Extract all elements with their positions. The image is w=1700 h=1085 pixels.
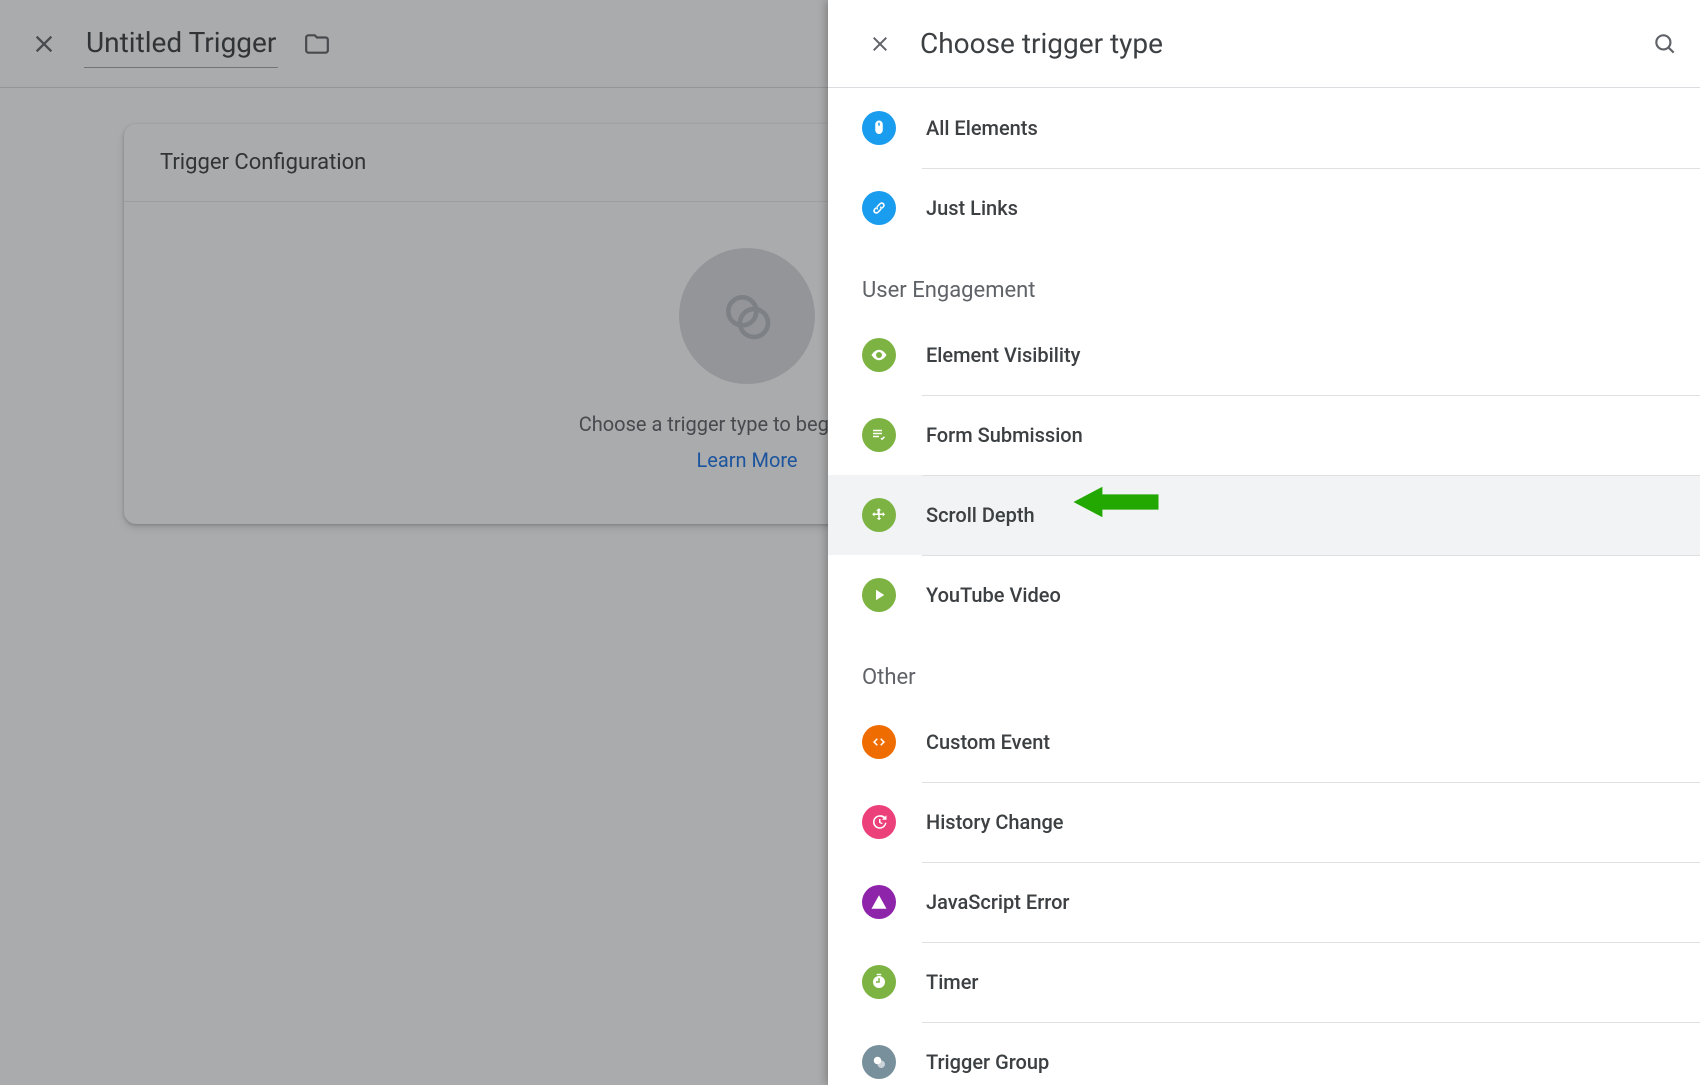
trigger-type-label: All Elements bbox=[926, 116, 1038, 140]
trigger-type-scroll-depth[interactable]: Scroll Depth bbox=[828, 475, 1700, 555]
trigger-type-all-elements[interactable]: All Elements bbox=[828, 88, 1700, 168]
trigger-type-history-change[interactable]: History Change bbox=[828, 782, 1700, 862]
trigger-type-timer[interactable]: Timer bbox=[828, 942, 1700, 1022]
history-icon bbox=[862, 805, 896, 839]
mouse-icon bbox=[862, 111, 896, 145]
form-icon bbox=[862, 418, 896, 452]
eye-icon bbox=[862, 338, 896, 372]
search-icon[interactable] bbox=[1652, 31, 1678, 57]
play-icon bbox=[862, 578, 896, 612]
trigger-type-label: Trigger Group bbox=[926, 1050, 1049, 1074]
scroll-icon bbox=[862, 498, 896, 532]
warn-icon bbox=[862, 885, 896, 919]
group-label: Other bbox=[828, 635, 1700, 702]
trigger-type-label: JavaScript Error bbox=[926, 890, 1070, 914]
group-icon bbox=[862, 1045, 896, 1079]
trigger-type-trigger-group[interactable]: Trigger Group bbox=[828, 1022, 1700, 1085]
drawer-title: Choose trigger type bbox=[920, 27, 1624, 60]
trigger-type-label: Custom Event bbox=[926, 730, 1050, 754]
code-icon bbox=[862, 725, 896, 759]
trigger-type-form-submission[interactable]: Form Submission bbox=[828, 395, 1700, 475]
trigger-type-just-links[interactable]: Just Links bbox=[828, 168, 1700, 248]
timer-icon bbox=[862, 965, 896, 999]
trigger-type-javascript-error[interactable]: JavaScript Error bbox=[828, 862, 1700, 942]
trigger-type-list: All Elements Just Links User Engagement Ele… bbox=[828, 88, 1700, 1085]
drawer-header: Choose trigger type bbox=[828, 0, 1700, 88]
choose-trigger-type-drawer: Choose trigger type All Elements Just Lin… bbox=[828, 0, 1700, 1085]
trigger-type-element-visibility[interactable]: Element Visibility bbox=[828, 315, 1700, 395]
group-label: User Engagement bbox=[828, 248, 1700, 315]
trigger-type-label: Element Visibility bbox=[926, 343, 1080, 367]
trigger-type-label: Scroll Depth bbox=[926, 503, 1035, 527]
trigger-type-youtube-video[interactable]: YouTube Video bbox=[828, 555, 1700, 635]
link-icon bbox=[862, 191, 896, 225]
close-icon[interactable] bbox=[868, 32, 892, 56]
trigger-type-label: History Change bbox=[926, 810, 1064, 834]
trigger-type-label: Just Links bbox=[926, 196, 1018, 220]
trigger-type-custom-event[interactable]: Custom Event bbox=[828, 702, 1700, 782]
trigger-type-label: YouTube Video bbox=[926, 583, 1061, 607]
trigger-type-label: Form Submission bbox=[926, 423, 1083, 447]
trigger-type-label: Timer bbox=[926, 970, 979, 994]
